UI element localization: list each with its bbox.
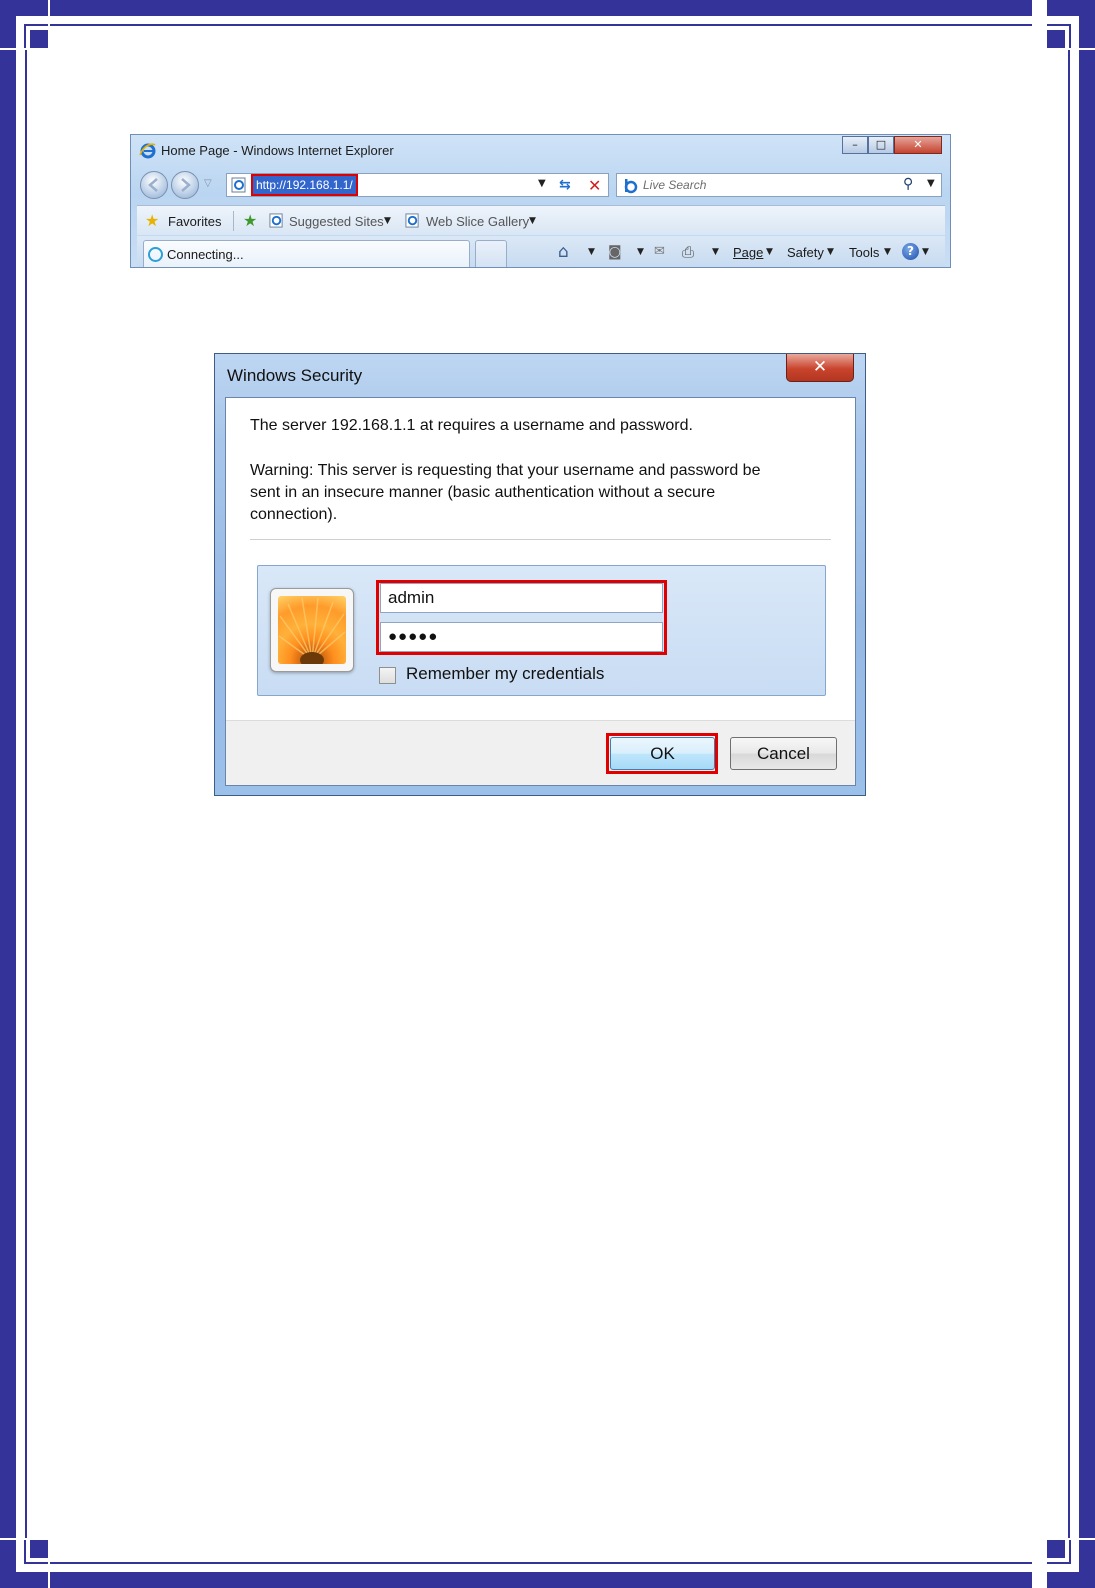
page-menu[interactable]: Page [733, 245, 763, 260]
browser-title: Home Page - Windows Internet Explorer [161, 143, 394, 158]
page-icon [231, 177, 246, 193]
divider [233, 211, 234, 231]
credentials-highlight [376, 580, 667, 655]
corner-ornament-top-right [1047, 0, 1095, 48]
page-border-inner-top [50, 24, 1032, 26]
back-icon [148, 178, 158, 192]
remember-credentials-checkbox[interactable] [379, 667, 396, 684]
print-icon[interactable]: ⎙ [682, 243, 694, 261]
window-controls: – □ ✕ [842, 136, 942, 154]
forward-icon [181, 178, 191, 192]
page-border-left [0, 50, 16, 1538]
ok-highlight [606, 733, 718, 774]
warning-line-3: connection). [250, 506, 338, 523]
address-dropdown[interactable]: ▼ [538, 178, 546, 189]
maximize-button[interactable]: □ [868, 136, 894, 154]
corner-ornament-bottom-right [1047, 1540, 1095, 1588]
chevron-down-icon[interactable]: ▼ [766, 247, 773, 257]
add-favorite-icon[interactable]: ★ [243, 211, 257, 230]
search-placeholder: Live Search [643, 178, 707, 192]
cancel-button[interactable]: Cancel [730, 737, 837, 770]
suggested-sites-link[interactable]: Suggested Sites [289, 214, 384, 229]
mail-icon[interactable]: ✉ [654, 244, 665, 259]
dialog-close-button[interactable]: ✕ [786, 354, 854, 382]
remember-credentials-label[interactable]: Remember my credentials [406, 664, 604, 684]
search-input[interactable]: Live Search ⚲ ▼ [616, 173, 942, 197]
new-tab-button[interactable] [475, 240, 507, 267]
safety-menu[interactable]: Safety [787, 245, 824, 260]
page-border-inner-right [1068, 50, 1070, 1538]
windows-security-dialog: Windows Security ✕ The server 192.168.1.… [214, 353, 866, 796]
server-message: The server 192.168.1.1 at requires a use… [250, 417, 693, 434]
page-border-top [50, 0, 1032, 16]
chevron-down-icon[interactable]: ▼ [884, 247, 891, 257]
page-icon [269, 213, 283, 228]
minimize-button[interactable]: – [842, 136, 868, 154]
page-border-bottom [50, 1572, 1032, 1588]
address-bar[interactable]: http://192.168.1.1/ ▼ [226, 173, 609, 197]
page-border-inner-bottom [50, 1562, 1032, 1564]
divider [250, 539, 831, 540]
stop-icon[interactable]: ✕ [588, 176, 601, 195]
star-icon: ★ [145, 211, 160, 230]
web-slice-gallery-link[interactable]: Web Slice Gallery [426, 214, 529, 229]
warning-line-2: sent in an insecure manner (basic authen… [250, 484, 716, 501]
dialog-body: The server 192.168.1.1 at requires a use… [225, 397, 856, 786]
corner-ornament-top-left [0, 0, 48, 48]
close-icon: ✕ [812, 357, 828, 377]
chevron-down-icon[interactable]: ▼ [712, 247, 719, 257]
address-url[interactable]: http://192.168.1.1/ [251, 174, 358, 196]
chevron-down-icon[interactable]: ▼ [588, 247, 595, 257]
page-border-inner-left [25, 50, 27, 1538]
page-border-right [1079, 50, 1095, 1538]
favorites-button[interactable]: Favorites [168, 214, 221, 229]
ie-logo-icon [139, 143, 156, 159]
user-avatar [270, 588, 354, 672]
search-options-dropdown[interactable]: ▼ [927, 178, 935, 189]
tab-title: Connecting... [167, 247, 244, 262]
home-icon[interactable]: ⌂ [558, 242, 569, 262]
forward-button[interactable] [171, 171, 199, 199]
flower-icon [278, 597, 346, 664]
chevron-down-icon[interactable]: ▼ [827, 247, 834, 257]
tools-menu[interactable]: Tools [849, 245, 879, 260]
browser-window: Home Page - Windows Internet Explorer – … [130, 134, 951, 268]
help-icon[interactable]: ? [902, 243, 919, 260]
favorites-bar: ★ Favorites ★ Suggested Sites ▼ Web Slic… [137, 205, 945, 235]
feed-icon[interactable]: ◙ [608, 244, 622, 260]
chevron-down-icon[interactable]: ▼ [529, 216, 536, 226]
credential-tile[interactable]: admin ●●●●● Remember my credentials [257, 565, 826, 696]
refresh-icon[interactable]: ⇆ [559, 177, 571, 193]
warning-line-1: Warning: This server is requesting that … [250, 462, 761, 479]
chevron-down-icon[interactable]: ▼ [384, 216, 391, 226]
chevron-down-icon[interactable]: ▼ [922, 247, 929, 257]
chevron-down-icon[interactable]: ▼ [637, 247, 644, 257]
dialog-footer: OK Cancel [226, 720, 855, 785]
search-icon[interactable]: ⚲ [903, 176, 913, 192]
close-window-button[interactable]: ✕ [894, 136, 942, 154]
dialog-title: Windows Security [227, 366, 363, 385]
page-icon [405, 213, 419, 228]
browser-tab[interactable]: Connecting... [143, 240, 470, 267]
tab-bar: Connecting... ⌂ ▼ ◙ ▼ ✉ ⎙ ▼ Page ▼ Safet… [137, 236, 945, 267]
corner-ornament-bottom-left [0, 1540, 48, 1588]
history-dropdown[interactable]: ▽ [204, 178, 212, 189]
loading-icon [148, 247, 163, 262]
back-button[interactable] [140, 171, 168, 199]
live-search-logo-icon [624, 179, 638, 194]
